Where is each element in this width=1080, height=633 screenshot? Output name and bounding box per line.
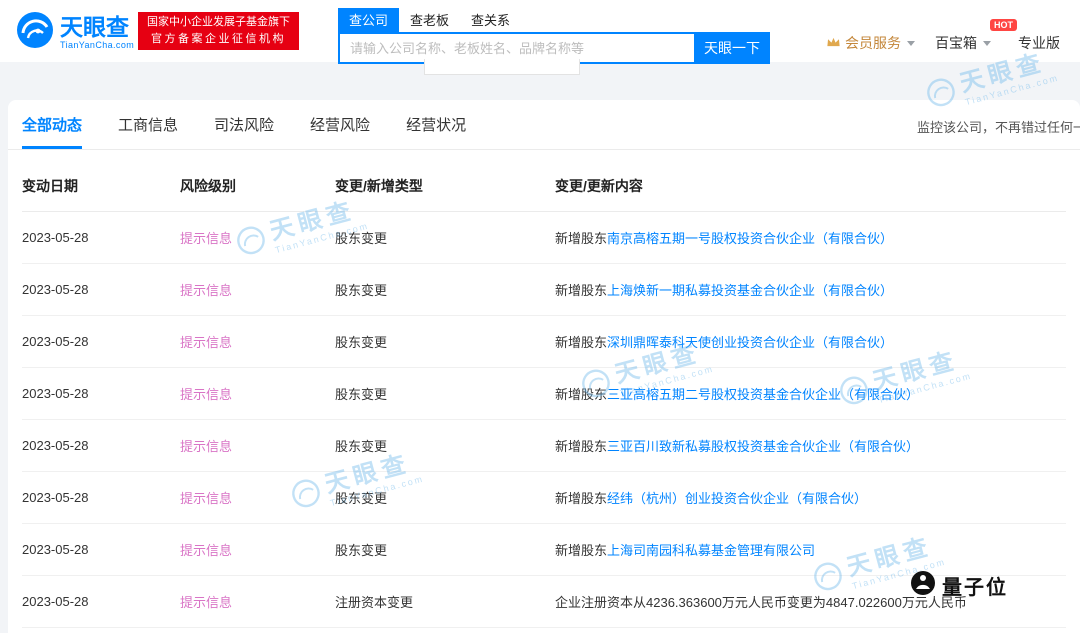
search-type-tabs: 查公司 查老板 查关系 [338, 8, 770, 32]
cell-change-type: 股东变更 [335, 280, 555, 299]
menu-vip-label: 会员服务 [845, 33, 901, 53]
tab-all-dynamics[interactable]: 全部动态 [22, 100, 82, 149]
tab-judicial-risk[interactable]: 司法风险 [214, 100, 274, 149]
cell-content-prefix: 企业注册资本从4236.363600万元人民币变更为4847.022600万元人… [555, 595, 967, 610]
company-link[interactable]: 经纬（杭州）创业投资合伙企业（有限合伙） [607, 491, 867, 506]
search-tab-company[interactable]: 查公司 [338, 8, 399, 32]
table-row: 2023-05-28 提示信息 股东变更 新增股东上海焕新一期私募投资基金合伙企… [22, 264, 1066, 316]
company-link[interactable]: 深圳鼎晖泰科天使创业投资合伙企业（有限合伙） [607, 335, 893, 350]
cell-risk-level[interactable]: 提示信息 [180, 592, 335, 611]
hot-badge: HOT [990, 19, 1017, 31]
cell-date: 2023-05-28 [22, 490, 180, 505]
menu-toolbox[interactable]: 百宝箱 [935, 33, 991, 53]
logo-brand-text: 天眼查 [60, 15, 134, 40]
table-row: 2023-05-28 提示信息 股东变更 新增股东三亚百川致新私募股权投资基金合… [22, 420, 1066, 472]
cell-content-prefix: 新增股东 [555, 543, 607, 558]
cell-risk-level[interactable]: 提示信息 [180, 228, 335, 247]
changes-table: 变动日期 风险级别 变更/新增类型 变更/更新内容 2023-05-28 提示信… [8, 160, 1080, 628]
cell-change-type: 股东变更 [335, 488, 555, 507]
logo-domain-text: TianYanCha.com [60, 40, 134, 50]
cell-risk-level[interactable]: 提示信息 [180, 488, 335, 507]
menu-pro-label: 专业版 [1018, 33, 1060, 53]
company-link[interactable]: 三亚百川致新私募股权投资基金合伙企业（有限合伙） [607, 439, 919, 454]
page: 天眼查 TianYanCha.com 国家中小企业发展子基金旗下 官方备案企业征… [0, 0, 1080, 633]
qbitai-logo-icon [910, 570, 936, 601]
company-link[interactable]: 三亚高榕五期二号股权投资基金合伙企业（有限合伙） [607, 387, 919, 402]
cell-change-type: 股东变更 [335, 540, 555, 559]
tianyancha-logo-icon [16, 11, 54, 54]
tab-business-info[interactable]: 工商信息 [118, 100, 178, 149]
cell-change-type: 股东变更 [335, 228, 555, 247]
cell-date: 2023-05-28 [22, 386, 180, 401]
tab-operation-status[interactable]: 经营状况 [406, 100, 466, 149]
cell-content-prefix: 新增股东 [555, 387, 607, 402]
table-row: 2023-05-28 提示信息 股东变更 新增股东上海司南园科私募基金管理有限公… [22, 524, 1066, 576]
chevron-down-icon [983, 41, 991, 46]
cell-content-prefix: 新增股东 [555, 283, 607, 298]
cell-risk-level[interactable]: 提示信息 [180, 332, 335, 351]
search-tab-relation[interactable]: 查关系 [460, 8, 521, 32]
dynamics-nav: 全部动态 工商信息 司法风险 经营风险 经营状况 监控该公司，不再错过任何一 [8, 100, 1080, 150]
cell-change-type: 股东变更 [335, 384, 555, 403]
company-dynamics-card: 全部动态 工商信息 司法风险 经营风险 经营状况 监控该公司，不再错过任何一 变… [8, 100, 1080, 633]
col-header-risk: 风险级别 [180, 176, 335, 196]
tab-operation-risk[interactable]: 经营风险 [310, 100, 370, 149]
search-tab-boss[interactable]: 查老板 [399, 8, 460, 32]
certification-badge: 国家中小企业发展子基金旗下 官方备案企业征信机构 [138, 12, 299, 50]
table-row: 2023-05-28 提示信息 股东变更 新增股东深圳鼎晖泰科天使创业投资合伙企… [22, 316, 1066, 368]
search-dropdown-remnant [424, 59, 580, 75]
cell-date: 2023-05-28 [22, 594, 180, 609]
cell-risk-level[interactable]: 提示信息 [180, 436, 335, 455]
table-row: 2023-05-28 提示信息 股东变更 新增股东经纬（杭州）创业投资合伙企业（… [22, 472, 1066, 524]
cell-date: 2023-05-28 [22, 438, 180, 453]
cell-risk-level[interactable]: 提示信息 [180, 540, 335, 559]
cell-risk-level[interactable]: 提示信息 [180, 280, 335, 299]
company-link[interactable]: 上海焕新一期私募投资基金合伙企业（有限合伙） [607, 283, 893, 298]
qbitai-brand-label: 量子位 [942, 571, 1008, 600]
cell-content-prefix: 新增股东 [555, 439, 607, 454]
certification-badge-line2: 官方备案企业征信机构 [147, 31, 290, 48]
table-row: 2023-05-28 提示信息 股东变更 新增股东三亚高榕五期二号股权投资基金合… [22, 368, 1066, 420]
cell-date: 2023-05-28 [22, 230, 180, 245]
search-area: 查公司 查老板 查关系 天眼一下 [338, 8, 770, 64]
search-button[interactable]: 天眼一下 [694, 32, 770, 64]
menu-toolbox-label: 百宝箱 [935, 33, 977, 53]
crown-icon [826, 35, 841, 51]
col-header-content: 变更/更新内容 [555, 176, 1066, 196]
cell-date: 2023-05-28 [22, 334, 180, 349]
cell-content-prefix: 新增股东 [555, 231, 607, 246]
cell-content-prefix: 新增股东 [555, 491, 607, 506]
cell-change-type: 股东变更 [335, 436, 555, 455]
chevron-down-icon [907, 41, 915, 46]
cell-risk-level[interactable]: 提示信息 [180, 384, 335, 403]
cell-change-type: 注册资本变更 [335, 592, 555, 611]
col-header-type: 变更/新增类型 [335, 176, 555, 196]
cell-date: 2023-05-28 [22, 542, 180, 557]
company-link[interactable]: 南京高榕五期一号股权投资合伙企业（有限合伙） [607, 231, 893, 246]
col-header-date: 变动日期 [22, 176, 180, 196]
company-link[interactable]: 上海司南园科私募基金管理有限公司 [607, 543, 815, 558]
top-header: 天眼查 TianYanCha.com 国家中小企业发展子基金旗下 官方备案企业征… [0, 0, 1080, 62]
table-row: 2023-05-28 提示信息 股东变更 新增股东南京高榕五期一号股权投资合伙企… [22, 212, 1066, 264]
cell-content-prefix: 新增股东 [555, 335, 607, 350]
tianyancha-logo[interactable]: 天眼查 TianYanCha.com [16, 11, 134, 54]
cell-date: 2023-05-28 [22, 282, 180, 297]
qbitai-brand-mark: 量子位 [910, 570, 1008, 601]
menu-pro-version[interactable]: 专业版 [1018, 33, 1060, 53]
menu-vip-services[interactable]: 会员服务 [826, 33, 915, 53]
certification-badge-line1: 国家中小企业发展子基金旗下 [147, 14, 290, 31]
cell-change-type: 股东变更 [335, 332, 555, 351]
table-header-row: 变动日期 风险级别 变更/新增类型 变更/更新内容 [22, 160, 1066, 212]
monitor-company-hint[interactable]: 监控该公司，不再错过任何一 [917, 117, 1080, 136]
